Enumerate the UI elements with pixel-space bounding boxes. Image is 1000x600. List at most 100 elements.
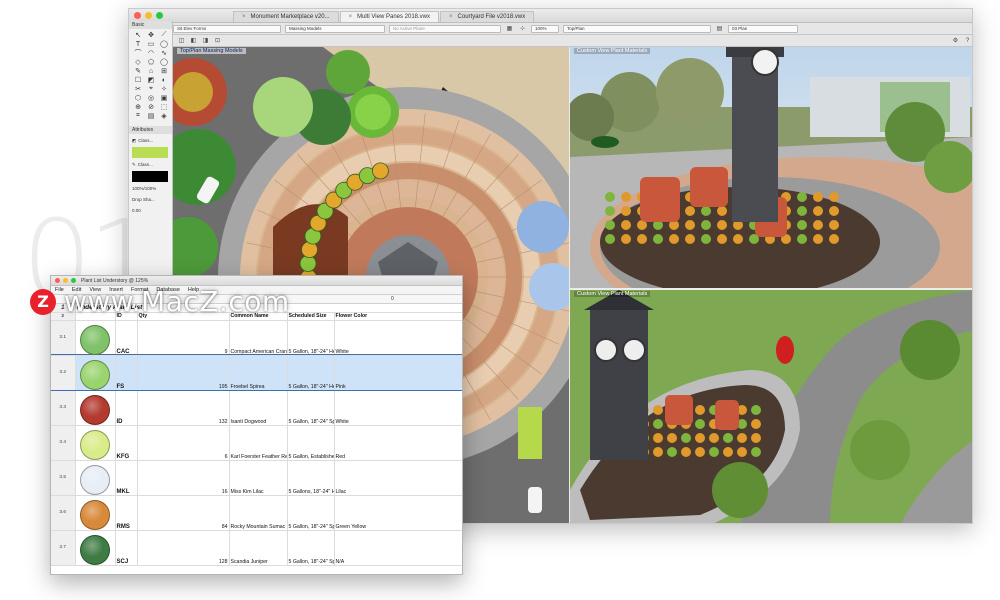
row-header[interactable]: 3.6	[51, 495, 76, 531]
render-view-select[interactable]: Top/Plan	[563, 24, 711, 33]
mode-icon-2[interactable]: ◧	[189, 37, 198, 45]
tool-icon[interactable]: ⟋	[158, 31, 170, 39]
tab-label: Monument Marketplace v20...	[250, 14, 330, 20]
tool-icon[interactable]: ⬚	[158, 103, 170, 111]
drop-shadow-label: Drop Sha...	[132, 197, 155, 202]
grid-icon[interactable]: ▦	[505, 25, 514, 33]
tool-icon[interactable]: ▭	[145, 40, 157, 48]
zoom-select[interactable]: 100%	[531, 24, 559, 33]
table-row[interactable]: 3.2 FS 195 Froebel Spirea 5 Gallon, 18"-24" …	[51, 354, 462, 391]
document-tab[interactable]: × Multi View Panes 2018.vwx	[339, 11, 440, 22]
sheet-zoom-button[interactable]	[71, 278, 76, 283]
fill-icon: ◩	[132, 137, 137, 143]
perspective-viewport-bottom[interactable]: Custom View Plant Materials	[570, 290, 972, 523]
tool-icon[interactable]: ⌖	[145, 85, 157, 93]
pen-color-swatch[interactable]	[132, 171, 168, 182]
tool-icon[interactable]: ◯	[158, 58, 170, 66]
tool-icon[interactable]: ✎	[132, 67, 144, 75]
tool-icon[interactable]: ▣	[158, 94, 170, 102]
tool-icon[interactable]: ☐	[132, 76, 144, 84]
row-header[interactable]: 3.2	[51, 355, 76, 391]
view-bar: Sit Elev Forms Massing Models No Active …	[129, 23, 972, 35]
plant-qty: 84	[137, 495, 230, 531]
tab-close-icon[interactable]: ×	[242, 14, 246, 20]
tool-icon[interactable]: ▤	[145, 112, 157, 120]
table-row[interactable]: 3.3 ID 132 Isanti Dogwood 5 Gallon, 18"-24" …	[51, 390, 462, 426]
row-header[interactable]: 3.1	[51, 320, 76, 356]
layer-select[interactable]: Massing Models	[285, 24, 385, 33]
plant-size: 5 Gallon, 18"-24" Spread	[287, 495, 335, 531]
document-tab[interactable]: × Monument Marketplace v20...	[233, 11, 339, 22]
tool-icon[interactable]: ◈	[158, 112, 170, 120]
fill-color-swatch[interactable]	[132, 147, 168, 158]
mode-icon-4[interactable]: ⊡	[213, 37, 222, 45]
plant-common-name: Compact American Cranberry	[229, 320, 288, 356]
table-row[interactable]: 3.5 MKL 16 Miss Kim Lilac 5 Gallons, 18"-24"…	[51, 460, 462, 496]
row-header[interactable]: 3.3	[51, 390, 76, 426]
tool-icon[interactable]: ⌂	[145, 67, 157, 75]
table-row[interactable]: 3.6 RMS 84 Rocky Mountain Sumac 5 Gallon, 18…	[51, 495, 462, 531]
saved-view-select[interactable]: No Active Plane	[389, 24, 501, 33]
plant-common-name: Froebel Spirea	[229, 355, 288, 391]
tool-icon[interactable]: ⊕	[132, 103, 144, 111]
row-header[interactable]: 3.7	[51, 530, 76, 566]
line-row[interactable]: 0.00	[132, 206, 169, 215]
column-header-size: Scheduled Size	[287, 312, 335, 321]
sheet-close-button[interactable]	[55, 278, 60, 283]
plant-symbol-cell	[75, 460, 116, 496]
sheet-minimize-button[interactable]	[63, 278, 68, 283]
settings-icon[interactable]: ⚙	[951, 37, 960, 45]
table-row[interactable]: 3.1 CAC9Compact American Cranberry5 Gallo…	[51, 320, 462, 356]
tool-icon[interactable]: ⌗	[132, 112, 144, 120]
plant-common-name: Miss Kim Lilac	[229, 460, 288, 496]
opacity-row[interactable]: 100%/100%	[132, 184, 169, 193]
tab-close-icon[interactable]: ×	[349, 14, 353, 20]
fill-row[interactable]: ◩ Class...	[132, 136, 169, 145]
help-icon[interactable]: ?	[963, 37, 972, 45]
layout-icon[interactable]: ▤	[715, 25, 724, 33]
plant-symbol-cell	[75, 355, 116, 391]
tab-close-icon[interactable]: ×	[449, 14, 453, 20]
tool-icon[interactable]: ↖	[132, 31, 144, 39]
plant-symbol-icon	[80, 464, 110, 494]
minimize-button[interactable]	[145, 12, 152, 19]
tool-icon[interactable]: ◩	[145, 76, 157, 84]
close-button[interactable]	[134, 12, 141, 19]
tool-icon[interactable]: ⊞	[158, 67, 170, 75]
plant-common-name: Isanti Dogwood	[229, 390, 288, 426]
mode-icon-1[interactable]: ◫	[177, 37, 186, 45]
drop-shadow-row[interactable]: Drop Sha...	[132, 195, 169, 204]
tool-icon[interactable]: T	[132, 40, 144, 48]
perspective-viewport-top[interactable]: Custom View Plant Materials	[570, 47, 972, 288]
tool-icon[interactable]: ◐	[158, 76, 170, 84]
perspective-top-label: Custom View Plant Materials	[574, 48, 651, 54]
mode-icon-3[interactable]: ◨	[201, 37, 210, 45]
plant-common-name: Rocky Mountain Sumac	[229, 495, 288, 531]
table-row[interactable]: 3.7 SCJ 128 Scandia Juniper 5 Gallon, 18"-24…	[51, 530, 462, 566]
row-header[interactable]: 3.4	[51, 425, 76, 461]
pen-row[interactable]: ✎ Class...	[132, 160, 169, 169]
tool-icon[interactable]: ◎	[145, 94, 157, 102]
tool-icon[interactable]: ✂	[132, 85, 144, 93]
tool-icon[interactable]: ✧	[158, 85, 170, 93]
tool-icon[interactable]: ∿	[158, 49, 170, 57]
sheet-select[interactable]: 03 Plan	[728, 24, 798, 33]
zoom-button[interactable]	[156, 12, 163, 19]
mode-bar: ◫ ◧ ◨ ⊡ ⚙ ?	[129, 35, 972, 47]
table-row[interactable]: 3.4 KFG6Karl Foerster Feather Reed Grass5…	[51, 425, 462, 461]
document-tab[interactable]: × Courtyard File v2018.vwx	[440, 11, 535, 22]
snap-icon[interactable]: ⊹	[518, 25, 527, 33]
tool-icon[interactable]: ⬠	[145, 58, 157, 66]
row-header[interactable]: 3.5	[51, 460, 76, 496]
tool-icon[interactable]: ⌒	[132, 49, 144, 57]
tool-icon[interactable]: ◇	[132, 58, 144, 66]
plant-flower-color: Red	[334, 425, 462, 461]
class-select[interactable]: Sit Elev Forms	[173, 24, 281, 33]
tool-icon[interactable]: ✥	[145, 31, 157, 39]
tool-icon[interactable]: ◯	[158, 40, 170, 48]
tool-icon[interactable]: ⬡	[132, 94, 144, 102]
tool-icon[interactable]: ⊘	[145, 103, 157, 111]
plant-symbol-icon	[80, 429, 110, 459]
tool-icon[interactable]: ◠	[145, 49, 157, 57]
watermark-text: www.MacZ.com	[64, 285, 290, 318]
